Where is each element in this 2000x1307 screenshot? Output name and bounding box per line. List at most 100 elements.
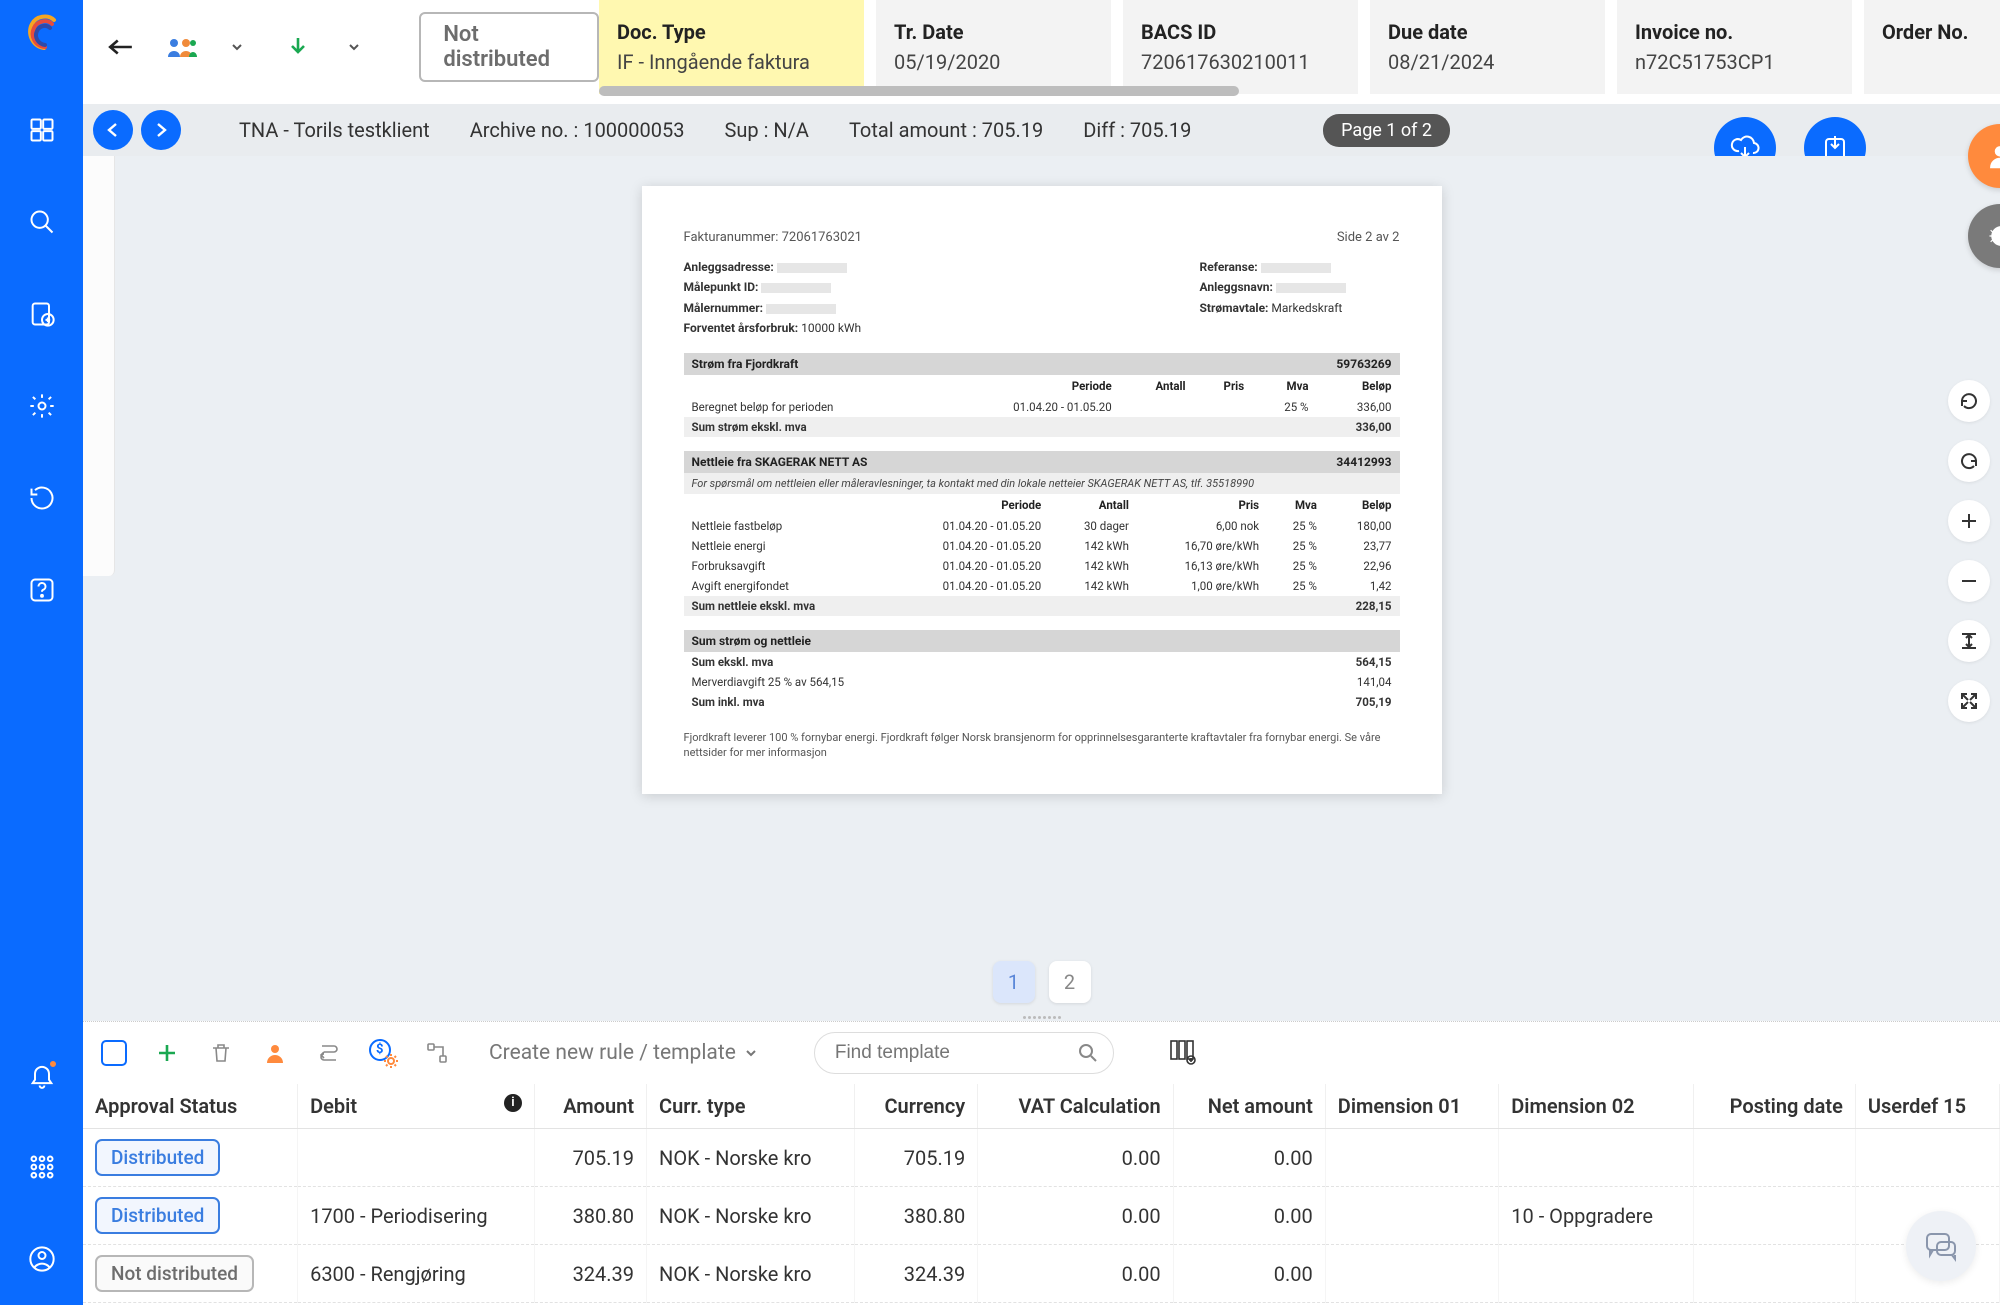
top-strip-left: Not distributed — [83, 0, 599, 94]
meta-bar: TNA - Torils testklient Archive no. : 10… — [83, 104, 2000, 156]
top-field-value: 720617630210011 — [1141, 50, 1340, 74]
status-badge: Distributed — [95, 1139, 220, 1176]
assign-row-button[interactable] — [261, 1039, 289, 1067]
col-dimension-01[interactable]: Dimension 01 — [1325, 1084, 1498, 1129]
col-net-amount[interactable]: Net amount — [1173, 1084, 1325, 1129]
meta-client: TNA - Torils testklient — [239, 118, 430, 142]
zoom-in-button[interactable] — [1948, 500, 1990, 542]
rotate-cw-button[interactable] — [1948, 440, 1990, 482]
grid-toolbar: Create new rule / template — [83, 1022, 2000, 1084]
table-row[interactable]: Distributed1700 - Periodisering380.80NOK… — [83, 1187, 2000, 1245]
next-doc-button[interactable] — [141, 110, 181, 150]
top-field-3[interactable]: Due date 08/21/2024 — [1370, 0, 1605, 94]
nav-search[interactable] — [14, 194, 70, 250]
select-all-checkbox[interactable] — [101, 1040, 127, 1066]
top-field-value: IF - Inngående faktura — [617, 50, 846, 74]
col-dimension-02[interactable]: Dimension 02 — [1499, 1084, 1694, 1129]
nav-help[interactable] — [14, 562, 70, 618]
doc-footer: Fjordkraft leverer 100 % fornybar energi… — [684, 730, 1400, 761]
top-field-2[interactable]: BACS ID 720617630210011 — [1123, 0, 1358, 94]
top-field-value: n72C51753CP1 — [1635, 50, 1834, 74]
top-field-1[interactable]: Tr. Date 05/19/2020 — [876, 0, 1111, 94]
meta-total: Total amount : 705.19 — [849, 118, 1043, 142]
top-fields-scrollbar[interactable] — [599, 92, 1999, 100]
meta-archive: Archive no. : 100000053 — [470, 118, 685, 142]
transfer-button[interactable] — [315, 1039, 343, 1067]
search-icon — [1078, 1043, 1098, 1063]
doc-invoice-no: Fakturanummer: 72061763021 — [684, 230, 862, 245]
assign-user-fab[interactable] — [1968, 124, 2000, 188]
top-field-value — [1882, 50, 2000, 74]
add-row-button[interactable] — [153, 1039, 181, 1067]
grid-resize-handle[interactable] — [1012, 1016, 1072, 1028]
table-row[interactable]: Not distributed6300 - Rengjøring324.39NO… — [83, 1245, 2000, 1303]
document-viewer: Fakturanummer: 72061763021 Side 2 av 2 A… — [83, 156, 2000, 1021]
delete-row-button[interactable] — [207, 1039, 235, 1067]
nav-documents[interactable] — [14, 286, 70, 342]
rotate-ccw-button[interactable] — [1948, 380, 1990, 422]
sidebar — [0, 0, 83, 1305]
meta-diff: Diff : 705.19 — [1083, 118, 1191, 142]
fit-height-button[interactable] — [1948, 620, 1990, 662]
brand-logo[interactable] — [22, 14, 62, 54]
nav-notifications[interactable] — [14, 1047, 70, 1103]
top-field-label: Tr. Date — [894, 20, 1093, 44]
top-field-label: Invoice no. — [1635, 20, 1834, 44]
top-field-value: 08/21/2024 — [1388, 50, 1587, 74]
find-template — [814, 1032, 1114, 1074]
download-dropdown[interactable] — [279, 25, 318, 69]
grid-area: Create new rule / template Approval Stat… — [83, 1021, 2000, 1305]
top-fields: Doc. TypeIF - Inngående faktura Tr. Date 0… — [599, 0, 2000, 94]
col-amount[interactable]: Amount — [534, 1084, 646, 1129]
nav-refresh[interactable] — [14, 470, 70, 526]
chat-fab[interactable] — [1906, 1211, 1976, 1281]
top-field-4[interactable]: Invoice no. n72C51753CP1 — [1617, 0, 1852, 94]
doc-page-label: Side 2 av 2 — [1337, 230, 1400, 245]
col-curr-type[interactable]: Curr. type — [647, 1084, 855, 1129]
workflow-button[interactable] — [423, 1039, 451, 1067]
find-template-input[interactable] — [814, 1032, 1114, 1074]
notification-dot-icon — [48, 1059, 58, 1069]
assignees-chevron-icon[interactable] — [218, 25, 257, 69]
col-vat-calculation[interactable]: VAT Calculation — [978, 1084, 1173, 1129]
posting-grid: Approval StatusDebitiAmountCurr. typeCur… — [83, 1084, 2000, 1303]
back-button[interactable] — [101, 25, 140, 69]
table-row[interactable]: Distributed705.19NOK - Norske kro705.190… — [83, 1129, 2000, 1187]
fullscreen-button[interactable] — [1948, 680, 1990, 722]
status-chip[interactable]: Not distributed — [419, 12, 599, 82]
create-rule-link[interactable]: Create new rule / template — [489, 1041, 758, 1065]
col-posting-date[interactable]: Posting date — [1694, 1084, 1856, 1129]
col-currency[interactable]: Currency — [854, 1084, 978, 1129]
prev-doc-button[interactable] — [93, 110, 133, 150]
page-indicator: Page 1 of 2 — [1323, 114, 1450, 147]
meta-sup: Sup : N/A — [724, 118, 808, 142]
top-field-0[interactable]: Doc. TypeIF - Inngående faktura — [599, 0, 864, 94]
status-badge: Not distributed — [95, 1255, 254, 1292]
doc-page: Fakturanummer: 72061763021 Side 2 av 2 A… — [642, 186, 1442, 794]
top-field-label: BACS ID — [1141, 20, 1340, 44]
top-field-label: Order No. — [1882, 20, 2000, 44]
col-debit[interactable]: Debiti — [298, 1084, 535, 1129]
nav-dashboard[interactable] — [14, 102, 70, 158]
nav-apps[interactable] — [14, 1139, 70, 1195]
top-field-label: Due date — [1388, 20, 1587, 44]
page-selector: 1 2 — [993, 961, 1091, 1003]
page-1-button[interactable]: 1 — [993, 961, 1035, 1003]
top-strip: Not distributed Doc. TypeIF - Inngående … — [83, 0, 2000, 94]
top-field-value: 05/19/2020 — [894, 50, 1093, 74]
status-badge: Distributed — [95, 1197, 220, 1234]
viewer-left-edge — [83, 156, 115, 576]
assignees-dropdown[interactable] — [162, 25, 201, 69]
page-2-button[interactable]: 2 — [1049, 961, 1091, 1003]
col-userdef-15[interactable]: Userdef 15 — [1855, 1084, 1999, 1129]
col-approval-status[interactable]: Approval Status — [83, 1084, 298, 1129]
top-field-5[interactable]: Order No. — [1864, 0, 2000, 94]
column-settings-button[interactable] — [1168, 1037, 1196, 1069]
nav-settings[interactable] — [14, 378, 70, 434]
history-fab[interactable] — [1968, 204, 2000, 268]
create-rule-label: Create new rule / template — [489, 1041, 736, 1065]
rule-settings-button[interactable] — [369, 1039, 397, 1067]
nav-account[interactable] — [14, 1231, 70, 1287]
zoom-out-button[interactable] — [1948, 560, 1990, 602]
download-chevron-icon[interactable] — [334, 25, 373, 69]
